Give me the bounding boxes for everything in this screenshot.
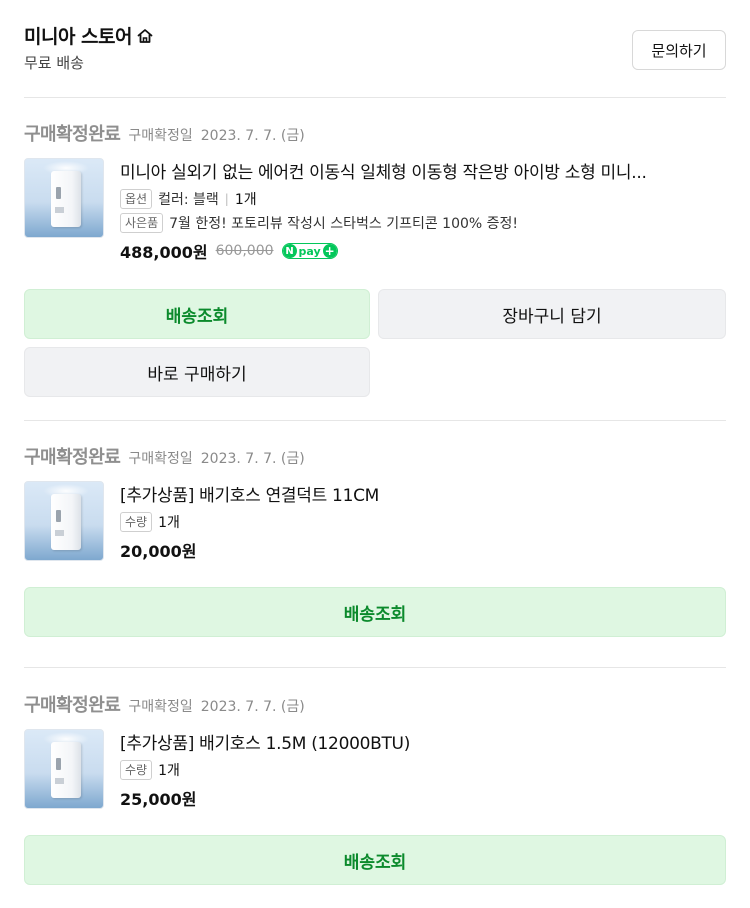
confirm-date: 2023. 7. 7. (금) [200, 128, 305, 144]
option-tag: 옵션 [120, 189, 153, 209]
confirm-date-label: 구매확정일 [128, 451, 193, 467]
product-thumbnail[interactable] [24, 729, 104, 809]
store-name[interactable]: 미니아 스토어 [24, 22, 133, 49]
home-icon [137, 28, 153, 43]
product-title[interactable]: [추가상품] 배기호스 연결덕트 11CM [120, 481, 726, 506]
divider [24, 667, 726, 668]
track-delivery-button[interactable]: 배송조회 [24, 289, 370, 339]
confirm-date: 2023. 7. 7. (금) [200, 451, 305, 467]
confirm-date-label: 구매확정일 [128, 699, 193, 715]
inquiry-button[interactable]: 문의하기 [632, 30, 726, 70]
store-name-link[interactable]: 미니아 스토어 [24, 22, 154, 49]
original-price: 600,000 [215, 243, 274, 259]
track-delivery-button[interactable]: 배송조회 [24, 587, 726, 637]
gift-tag: 사은품 [120, 213, 164, 233]
order-item: 구매확정완료 구매확정일 2023. 7. 7. (금) 미니아 실외기 없는 … [24, 120, 726, 400]
store-header: 미니아 스토어 무료 배송 문의하기 [24, 18, 726, 74]
divider [24, 420, 726, 421]
order-status-line: 구매확정완료 구매확정일 2023. 7. 7. (금) [24, 443, 305, 468]
price: 20,000원 [120, 542, 197, 561]
quantity: 1개 [234, 192, 257, 208]
buy-now-button[interactable]: 바로 구매하기 [24, 347, 370, 397]
price-row: 20,000원 [120, 538, 726, 562]
product-info: [추가상품] 배기호스 1.5M (12000BTU) 수량 1개 25,000… [120, 729, 726, 810]
quantity-tag: 수량 [120, 760, 153, 780]
quantity-row: 수량 1개 [120, 512, 726, 532]
order-status: 구매확정완료 [24, 447, 121, 468]
order-status: 구매확정완료 [24, 124, 121, 145]
confirm-date: 2023. 7. 7. (금) [200, 699, 305, 715]
npay-plus-icon: + [322, 244, 337, 258]
option-row: 옵션 컬러: 블랙 | 1개 [120, 189, 726, 209]
product-thumbnail[interactable] [24, 158, 104, 238]
shipping-info: 무료 배송 [24, 54, 84, 72]
price: 488,000원 [120, 243, 208, 262]
product-title[interactable]: [추가상품] 배기호스 1.5M (12000BTU) [120, 729, 726, 754]
price-row: 488,000원 600,000 N pay + [120, 239, 726, 263]
product-title[interactable]: 미니아 실외기 없는 에어컨 이동식 일체형 이동형 작은방 아이방 소형 미니… [120, 158, 726, 183]
quantity-row: 수량 1개 [120, 760, 726, 780]
divider [24, 97, 726, 98]
product-info: [추가상품] 배기호스 연결덕트 11CM 수량 1개 20,000원 [120, 481, 726, 562]
npay-plus-badge: N pay + [281, 243, 338, 259]
option-text: 컬러: 블랙 [158, 192, 219, 208]
gift-row: 사은품 7월 한정! 포토리뷰 작성시 스타벅스 기프티콘 100% 증정! [120, 213, 726, 233]
order-list-page: 미니아 스토어 무료 배송 문의하기 구매확정완료 구매확정일 2023. 7.… [0, 0, 750, 908]
order-status: 구매확정완료 [24, 695, 121, 716]
option-separator: | [224, 192, 229, 206]
confirm-date-label: 구매확정일 [128, 128, 193, 144]
npay-text: pay [298, 244, 321, 258]
npay-n-icon: N [282, 244, 297, 258]
gift-text: 7월 한정! 포토리뷰 작성시 스타벅스 기프티콘 100% 증정! [169, 216, 519, 232]
order-status-line: 구매확정완료 구매확정일 2023. 7. 7. (금) [24, 120, 305, 145]
quantity: 1개 [158, 763, 180, 779]
price: 25,000원 [120, 790, 197, 809]
order-item: 구매확정완료 구매확정일 2023. 7. 7. (금) [추가상품] 배기호스… [24, 691, 726, 891]
track-delivery-button[interactable]: 배송조회 [24, 835, 726, 885]
order-item: 구매확정완료 구매확정일 2023. 7. 7. (금) [추가상품] 배기호스… [24, 443, 726, 643]
quantity-tag: 수량 [120, 512, 153, 532]
price-row: 25,000원 [120, 786, 726, 810]
add-to-cart-button[interactable]: 장바구니 담기 [378, 289, 726, 339]
order-status-line: 구매확정완료 구매확정일 2023. 7. 7. (금) [24, 691, 305, 716]
product-info: 미니아 실외기 없는 에어컨 이동식 일체형 이동형 작은방 아이방 소형 미니… [120, 158, 726, 263]
product-thumbnail[interactable] [24, 481, 104, 561]
quantity: 1개 [158, 515, 180, 531]
